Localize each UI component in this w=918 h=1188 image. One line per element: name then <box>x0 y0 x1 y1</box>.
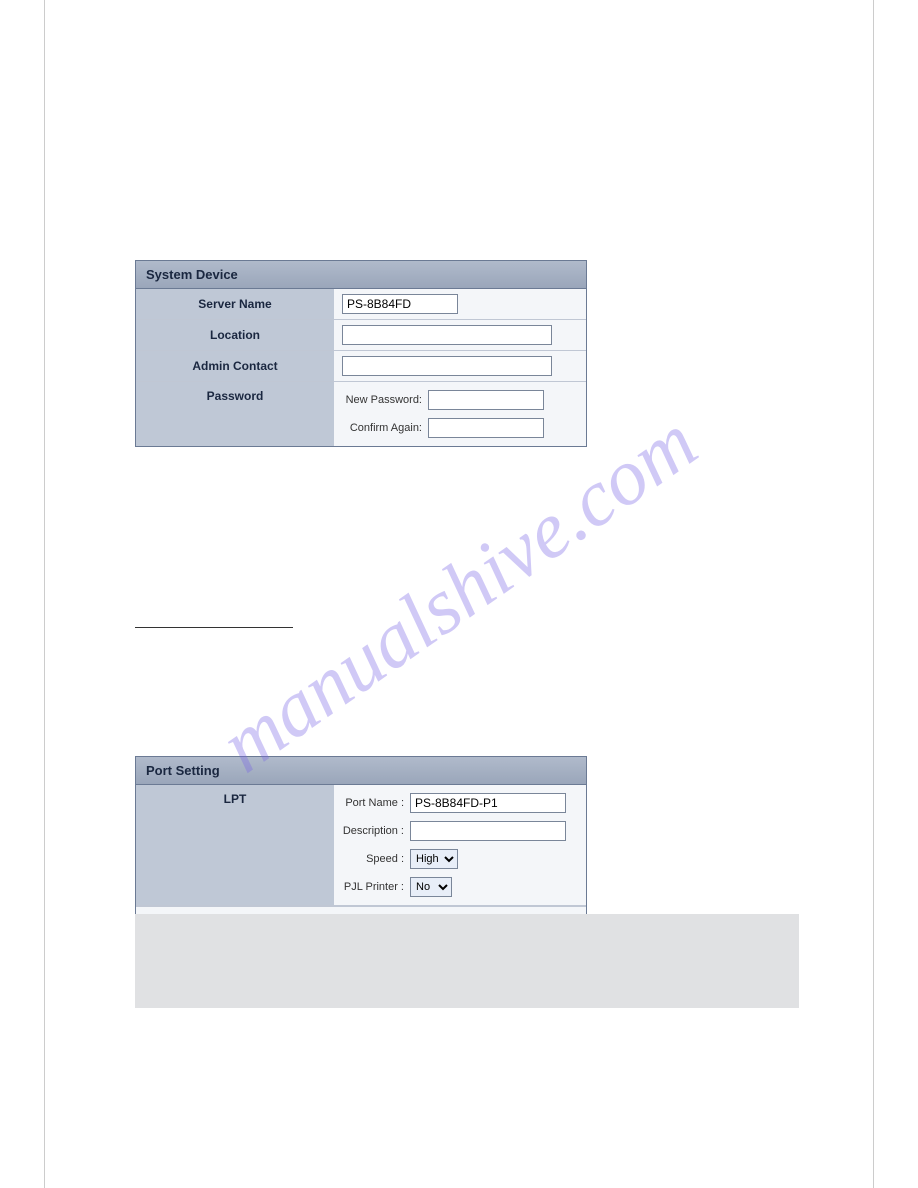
row-lpt: LPT Port Name : Description : Speed : Hi… <box>136 785 586 906</box>
divider-line <box>135 627 293 628</box>
cell-password: New Password: Confirm Again: <box>334 382 586 446</box>
system-device-panel: System Device Server Name Location Admin… <box>135 260 587 447</box>
input-port-name[interactable] <box>410 793 566 813</box>
input-description[interactable] <box>410 821 566 841</box>
input-confirm-password[interactable] <box>428 418 544 438</box>
label-admin-contact: Admin Contact <box>136 351 334 381</box>
row-admin-contact: Admin Contact <box>136 351 586 382</box>
ad-placeholder <box>135 914 799 1008</box>
label-description: Description : <box>342 825 410 837</box>
label-lpt: LPT <box>136 785 334 905</box>
cell-lpt: Port Name : Description : Speed : High <box>334 785 586 905</box>
label-confirm-password: Confirm Again: <box>342 422 428 434</box>
label-new-password: New Password: <box>342 394 428 406</box>
port-setting-title: Port Setting <box>136 757 586 785</box>
label-speed: Speed : <box>342 853 410 865</box>
input-admin-contact[interactable] <box>342 356 552 376</box>
subrow-confirm-password: Confirm Again: <box>342 418 578 438</box>
subrow-speed: Speed : High <box>342 849 578 869</box>
input-location[interactable] <box>342 325 552 345</box>
subrow-pjl-printer: PJL Printer : No <box>342 877 578 897</box>
cell-location <box>334 320 586 350</box>
document-page: manualshive.com System Device Server Nam… <box>44 0 874 1188</box>
input-new-password[interactable] <box>428 390 544 410</box>
row-location: Location <box>136 320 586 351</box>
label-port-name: Port Name : <box>342 797 410 809</box>
subrow-description: Description : <box>342 821 578 841</box>
label-pjl-printer: PJL Printer : <box>342 881 410 893</box>
cell-server-name <box>334 289 586 319</box>
select-pjl-printer[interactable]: No <box>410 877 452 897</box>
system-device-title: System Device <box>136 261 586 289</box>
label-server-name: Server Name <box>136 289 334 319</box>
select-speed[interactable]: High <box>410 849 458 869</box>
row-server-name: Server Name <box>136 289 586 320</box>
label-location: Location <box>136 320 334 350</box>
spacer <box>135 646 783 756</box>
cell-admin-contact <box>334 351 586 381</box>
subrow-new-password: New Password: <box>342 390 578 410</box>
label-password: Password <box>136 382 334 446</box>
row-password: Password New Password: Confirm Again: <box>136 382 586 446</box>
subrow-port-name: Port Name : <box>342 793 578 813</box>
input-server-name[interactable] <box>342 294 458 314</box>
